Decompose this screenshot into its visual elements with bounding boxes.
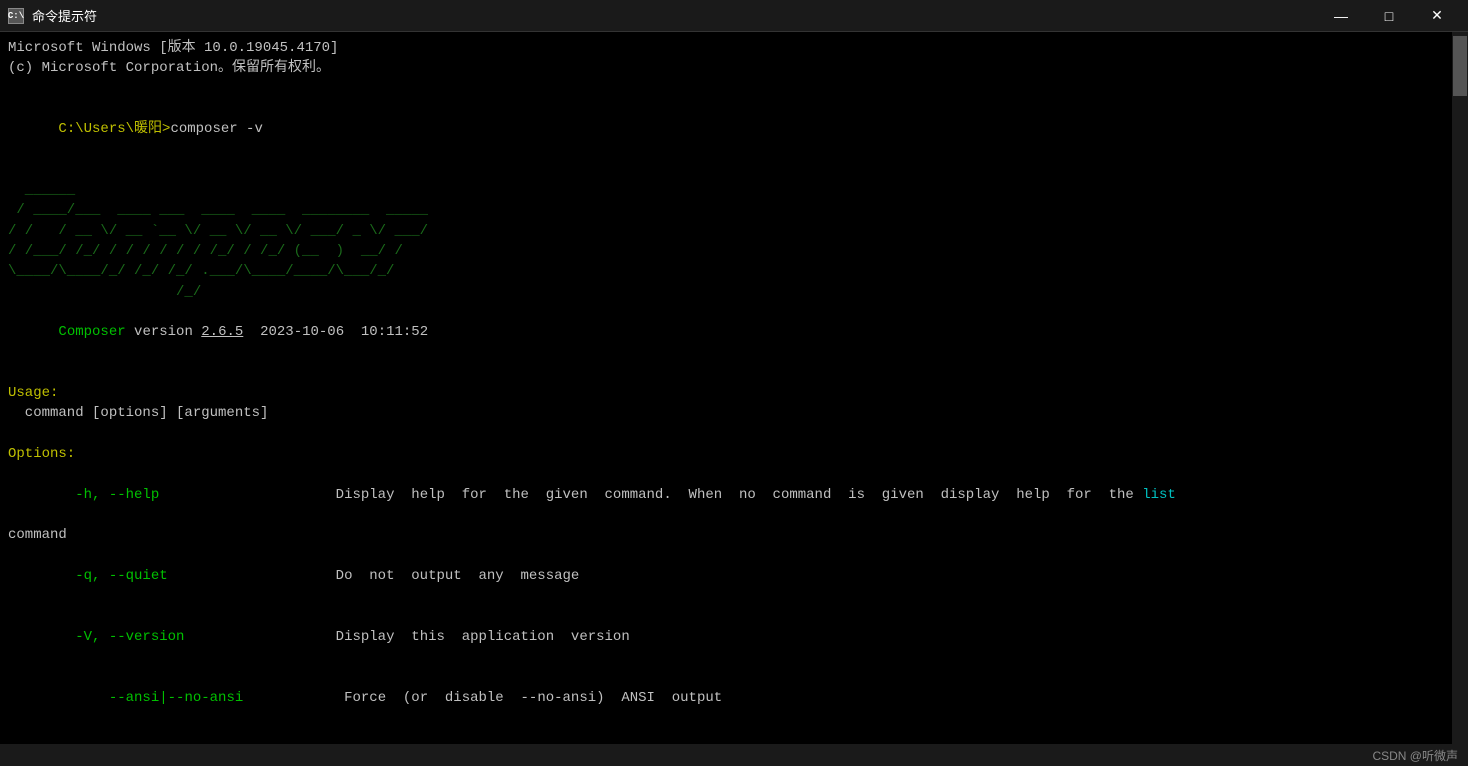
blank-line2 (8, 160, 1460, 180)
version-line: -V, --version Display this application v… (8, 606, 1460, 667)
prompt-text: C:\Users\暖阳> (58, 121, 170, 137)
usage-cmd: command [options] [arguments] (8, 403, 1460, 423)
cmd-window: C:\ 命令提示符 — □ ✕ Microsoft Windows [版本 10… (0, 0, 1468, 766)
scrollbar[interactable] (1452, 32, 1468, 744)
options-label: Options: (8, 444, 1460, 464)
help-link: list (1142, 487, 1176, 503)
blank-line3 (8, 363, 1460, 383)
nointeract-line: -n, --no-interaction Do not ask any inte… (8, 728, 1460, 744)
ansi-line: --ansi|--no-ansi Force (or disable --no-… (8, 667, 1460, 728)
bottom-text: CSDN @听微声 (1372, 747, 1458, 764)
window-controls: — □ ✕ (1318, 0, 1460, 32)
window-title: 命令提示符 (32, 6, 97, 25)
prompt-line: C:\Users\暖阳>composer -v (8, 99, 1460, 160)
help-line: -h, --help Display help for the given co… (8, 464, 1460, 525)
prompt-cmd: composer -v (170, 121, 262, 137)
blank-line1 (8, 79, 1460, 99)
minimize-button[interactable]: — (1318, 0, 1364, 32)
system-info-line2: (c) Microsoft Corporation。保留所有权利。 (8, 58, 1460, 78)
close-button[interactable]: ✕ (1414, 0, 1460, 32)
help-desc: Display help for the given command. When… (159, 487, 1142, 503)
scrollbar-thumb[interactable] (1453, 36, 1467, 96)
quiet-line: -q, --quiet Do not output any message (8, 545, 1460, 606)
version-desc: Display this application version (184, 629, 629, 645)
blank-line4 (8, 424, 1460, 444)
help-flag: -h, --help (58, 487, 159, 503)
system-info-line1: Microsoft Windows [版本 10.0.19045.4170] (8, 38, 1460, 58)
ascii-art: ______ / ____/___ ____ ___ ____ ____ ___… (8, 180, 1460, 302)
maximize-button[interactable]: □ (1366, 0, 1412, 32)
help-cmd-line: command (8, 525, 1460, 545)
terminal-content[interactable]: Microsoft Windows [版本 10.0.19045.4170] (… (0, 32, 1468, 744)
version-flag: -V, --version (58, 629, 184, 645)
ansi-flag: --ansi|--no-ansi (58, 690, 243, 706)
usage-label: Usage: (8, 383, 1460, 403)
quiet-desc: Do not output any message (168, 568, 580, 584)
composer-version: version 2.6.5 2023-10-06 10:11:52 (126, 324, 428, 340)
cmd-icon: C:\ (8, 8, 24, 24)
bottom-bar: CSDN @听微声 (0, 744, 1468, 766)
composer-label: Composer (58, 324, 125, 340)
title-bar-left: C:\ 命令提示符 (8, 6, 97, 25)
composer-version-line: Composer version 2.6.5 2023-10-06 10:11:… (8, 302, 1460, 363)
ansi-desc: Force (or disable --no-ansi) ANSI output (243, 690, 722, 706)
quiet-flag: -q, --quiet (58, 568, 167, 584)
title-bar: C:\ 命令提示符 — □ ✕ (0, 0, 1468, 32)
